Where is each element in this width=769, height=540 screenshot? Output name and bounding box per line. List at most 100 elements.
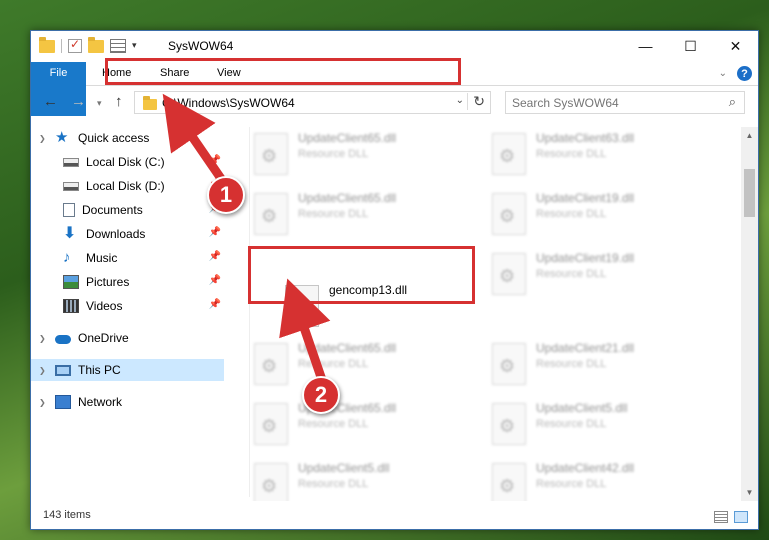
pin-icon[interactable]: 📌 xyxy=(209,299,221,310)
file-item[interactable]: UpdateClient5.dll Resource DLL xyxy=(250,457,475,501)
disk-icon xyxy=(63,181,79,191)
file-item[interactable]: UpdateClient5.dll Resource DLL xyxy=(488,397,713,451)
properties-check-icon[interactable] xyxy=(68,37,82,53)
file-item[interactable]: UpdateClient65.dll Resource DLL xyxy=(250,397,475,451)
title-bar: ▾ SysWOW64 — ☐ ✕ xyxy=(31,31,758,62)
file-type: Resource DLL xyxy=(536,358,607,370)
step-callout-2: 2 xyxy=(302,376,340,414)
file-item[interactable]: UpdateClient42.dll Resource DLL xyxy=(488,457,713,501)
dll-file-icon xyxy=(254,463,288,501)
file-name: UpdateClient63.dll xyxy=(536,131,635,145)
details-view-icon[interactable] xyxy=(714,511,728,523)
dll-file-icon xyxy=(492,403,526,445)
file-type: Resource DLL xyxy=(298,418,369,430)
customize-toolbar-icon[interactable]: ▾ xyxy=(132,40,137,51)
star-icon: ★ xyxy=(55,129,69,146)
step-callout-1: 1 xyxy=(207,176,245,214)
sidebar-item-this-pc[interactable]: ❯ This PC xyxy=(31,359,224,381)
dll-file-icon xyxy=(254,193,288,235)
expand-ribbon-icon[interactable]: ⌄ xyxy=(719,68,727,79)
sidebar-item-onedrive[interactable]: ❯ OneDrive xyxy=(31,327,224,349)
address-bar[interactable]: C:\Windows\SysWOW64 ⌄ ↻ xyxy=(134,91,491,114)
file-item[interactable]: UpdateClient65.dll Resource DLL xyxy=(250,127,475,181)
file-item[interactable]: UpdateClient19.dll Resource DLL xyxy=(488,187,713,241)
file-item[interactable]: UpdateClient63.dll Resource DLL xyxy=(488,127,713,181)
tab-share[interactable]: Share xyxy=(146,62,203,85)
expand-arrow-icon[interactable]: ❯ xyxy=(39,134,46,143)
file-name: UpdateClient65.dll xyxy=(298,131,397,145)
file-item-gencomp13[interactable]: gencomp13.dll xyxy=(281,279,506,333)
scroll-thumb[interactable] xyxy=(744,169,755,217)
window-title: SysWOW64 xyxy=(168,39,234,53)
properties-icon[interactable] xyxy=(110,38,126,53)
scroll-up-icon[interactable]: ▲ xyxy=(741,127,758,144)
sidebar-item-quick-access[interactable]: ❯ ★ Quick access xyxy=(31,127,224,149)
folder-icon[interactable] xyxy=(39,37,55,53)
sidebar-item-videos[interactable]: Videos 📌 xyxy=(31,295,224,317)
file-item[interactable]: UpdateClient19.dll Resource DLL xyxy=(488,247,713,301)
expand-arrow-icon[interactable]: ❯ xyxy=(39,398,46,407)
recent-locations-icon[interactable]: ▾ xyxy=(97,98,102,109)
minimize-button[interactable]: — xyxy=(623,31,668,61)
tab-view[interactable]: View xyxy=(203,62,255,85)
search-icon: ⌕ xyxy=(728,94,736,109)
music-icon: ♪ xyxy=(63,249,71,266)
quick-access-toolbar: ▾ xyxy=(39,37,137,53)
sidebar-item-pictures[interactable]: Pictures 📌 xyxy=(31,271,224,293)
sidebar-item-label: Music xyxy=(86,251,118,265)
onedrive-icon xyxy=(55,335,71,344)
pin-icon[interactable]: 📌 xyxy=(209,251,221,262)
address-dropdown-icon[interactable]: ⌄ xyxy=(456,95,464,106)
file-type: Resource DLL xyxy=(536,418,607,430)
sidebar-item-downloads[interactable]: ⬇ Downloads 📌 xyxy=(31,223,224,245)
file-type: Resource DLL xyxy=(298,358,369,370)
expand-arrow-icon[interactable]: ❯ xyxy=(39,366,46,375)
file-item[interactable]: UpdateClient65.dll Resource DLL xyxy=(250,337,475,391)
sidebar-item-documents[interactable]: Documents 📌 xyxy=(31,199,224,221)
sidebar-item-label: OneDrive xyxy=(78,331,129,345)
sidebar-item-label: This PC xyxy=(78,363,121,377)
back-arrow-icon[interactable]: ← xyxy=(43,93,58,110)
new-folder-icon[interactable] xyxy=(88,37,104,53)
file-name: UpdateClient19.dll xyxy=(536,251,635,265)
file-type: Resource DLL xyxy=(298,478,369,490)
search-input[interactable] xyxy=(506,92,706,113)
address-path[interactable]: C:\Windows\SysWOW64 xyxy=(162,96,295,110)
dll-file-icon xyxy=(254,133,288,175)
sidebar-item-label: Downloads xyxy=(86,227,146,241)
help-icon[interactable]: ? xyxy=(737,66,752,81)
status-item-count: 143 items xyxy=(43,509,91,521)
refresh-icon[interactable]: ↻ xyxy=(467,93,485,110)
toolbar-divider xyxy=(61,38,62,53)
forward-arrow-icon[interactable]: → xyxy=(71,93,86,110)
sidebar-item-network[interactable]: ❯ Network xyxy=(31,391,224,413)
scroll-down-icon[interactable]: ▼ xyxy=(741,484,758,501)
sidebar-item-label: Documents xyxy=(82,203,143,217)
tab-home[interactable]: Home xyxy=(88,62,145,85)
expand-arrow-icon[interactable]: ❯ xyxy=(39,334,46,343)
network-icon xyxy=(55,395,71,409)
pin-icon[interactable]: 📌 xyxy=(209,227,221,238)
maximize-button[interactable]: ☐ xyxy=(668,31,713,61)
file-type: Resource DLL xyxy=(536,268,607,280)
dll-file-icon xyxy=(492,463,526,501)
close-button[interactable]: ✕ xyxy=(713,31,758,61)
dll-file-icon xyxy=(492,343,526,385)
search-box[interactable]: ⌕ xyxy=(505,91,745,114)
pin-icon[interactable]: 📌 xyxy=(209,155,221,166)
sidebar-item-local-disk-c[interactable]: Local Disk (C:) 📌 xyxy=(31,151,224,173)
large-icons-view-icon[interactable] xyxy=(734,511,748,523)
folder-icon xyxy=(143,96,157,110)
vertical-scrollbar[interactable]: ▲ ▼ xyxy=(741,127,758,501)
up-arrow-icon[interactable]: ↑ xyxy=(115,93,123,110)
view-switcher xyxy=(714,511,748,523)
file-item[interactable]: UpdateClient65.dll Resource DLL xyxy=(250,187,475,241)
file-item[interactable]: UpdateClient21.dll Resource DLL xyxy=(488,337,713,391)
file-name: UpdateClient21.dll xyxy=(536,341,635,355)
sidebar-item-local-disk-d[interactable]: Local Disk (D:) 📌 xyxy=(31,175,224,197)
sidebar-item-music[interactable]: ♪ Music 📌 xyxy=(31,247,224,269)
pin-icon[interactable]: 📌 xyxy=(209,275,221,286)
dll-file-icon xyxy=(492,133,526,175)
dll-file-icon xyxy=(285,285,319,327)
navigation-pane: ❯ ★ Quick access Local Disk (C:) 📌 Local… xyxy=(31,127,224,497)
